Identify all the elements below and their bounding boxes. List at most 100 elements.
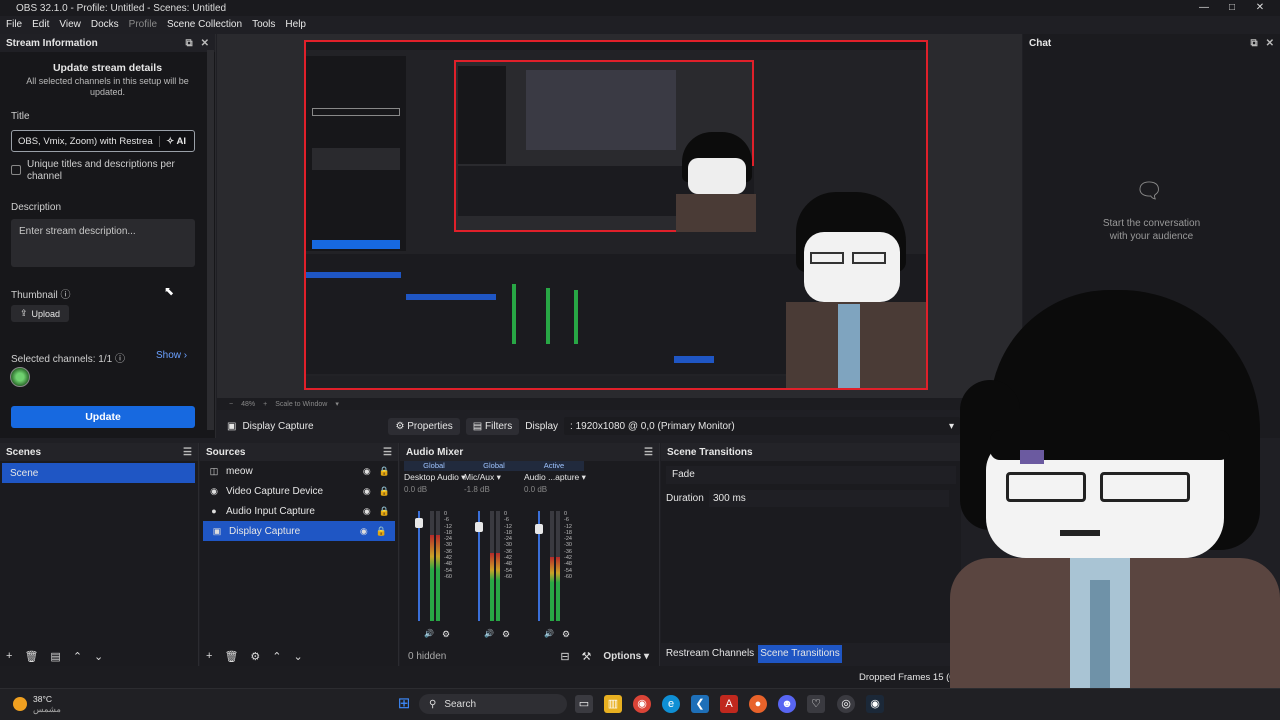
- display-select[interactable]: : 1920x1080 @ 0,0 (Primary Monitor) ▾: [564, 417, 961, 435]
- move-up-icon[interactable]: ⌃: [272, 650, 281, 663]
- menu-tools[interactable]: Tools: [252, 19, 275, 30]
- weather-icon[interactable]: [13, 697, 27, 711]
- stream-panel-scrollbar[interactable]: [207, 50, 214, 430]
- description-input[interactable]: Enter stream description...: [11, 219, 195, 267]
- source-item-selected[interactable]: ▣ Display Capture ◉ 🔒: [203, 521, 395, 541]
- eye-icon[interactable]: ◉: [363, 486, 371, 497]
- source-item[interactable]: ● Audio Input Capture ◉ 🔒: [200, 501, 398, 521]
- channel-name[interactable]: Mic/Aux ▾: [464, 472, 524, 483]
- scale-dropdown-icon[interactable]: ▾: [335, 400, 339, 408]
- hidden-count: 0 hidden: [408, 650, 447, 662]
- task-view-icon[interactable]: ▭: [575, 695, 593, 713]
- search-icon: ⚲: [429, 698, 437, 710]
- volume-slider-knob[interactable]: [475, 522, 483, 532]
- advanced-audio-icon[interactable]: ⚒: [582, 650, 592, 663]
- update-button[interactable]: Update: [11, 406, 195, 428]
- vertical-layout-icon[interactable]: ⊟: [560, 650, 569, 663]
- transition-select[interactable]: Fade: [666, 466, 956, 484]
- zoom-out-icon[interactable]: −: [229, 401, 233, 408]
- duration-input[interactable]: 300 ms: [709, 490, 949, 507]
- tab-scene-transitions[interactable]: Scene Transitions: [758, 645, 842, 663]
- source-item[interactable]: ◉ Video Capture Device ◉ 🔒: [200, 481, 398, 501]
- trash-icon[interactable]: 🗑: [24, 650, 38, 663]
- move-up-icon[interactable]: ⌃: [73, 650, 82, 663]
- windows-start-icon[interactable]: ⊞: [395, 695, 413, 713]
- speaker-icon[interactable]: 🔊: [424, 629, 434, 640]
- menu-view[interactable]: View: [59, 19, 81, 30]
- taskbar-search[interactable]: ⚲ Search: [419, 694, 567, 714]
- gear-icon[interactable]: ⚙: [502, 629, 510, 640]
- ai-label: AI: [176, 135, 187, 147]
- eye-icon[interactable]: ◉: [363, 466, 371, 477]
- lock-icon[interactable]: 🔒: [376, 526, 387, 537]
- trash-icon[interactable]: 🗑: [224, 650, 238, 663]
- search-label: Search: [444, 698, 477, 710]
- volume-slider[interactable]: [535, 511, 543, 621]
- menu-file[interactable]: File: [6, 19, 22, 30]
- undock-icon[interactable]: ⧉: [1250, 38, 1257, 49]
- close-dock-icon[interactable]: ✕: [201, 38, 209, 49]
- display-capture-source[interactable]: [304, 40, 928, 390]
- move-down-icon[interactable]: ⌄: [94, 650, 103, 663]
- speaker-icon[interactable]: 🔊: [544, 629, 554, 640]
- chrome-icon[interactable]: ◉: [633, 695, 651, 713]
- volume-slider-knob[interactable]: [535, 524, 543, 534]
- ai-button[interactable]: ✧ AI: [159, 135, 192, 147]
- show-channels-link[interactable]: Show ›: [156, 350, 187, 361]
- vscode-icon[interactable]: ❮: [691, 695, 709, 713]
- nested-meter-3: [574, 290, 578, 344]
- acrobat-icon[interactable]: A: [720, 695, 738, 713]
- eye-icon[interactable]: ◉: [360, 526, 368, 537]
- menu-edit[interactable]: Edit: [32, 19, 49, 30]
- dock-menu-icon[interactable]: ☰: [183, 447, 192, 458]
- meter-tick-label: -30: [504, 542, 512, 549]
- channel-name[interactable]: Audio ...apture ▾: [524, 472, 586, 483]
- gear-icon[interactable]: ⚙: [250, 650, 260, 663]
- scene-item[interactable]: Scene: [2, 463, 195, 483]
- file-explorer-icon[interactable]: ▥: [604, 695, 622, 713]
- discord-icon[interactable]: ☻: [778, 695, 796, 713]
- scene-filter-icon[interactable]: ▤: [50, 650, 60, 663]
- unique-checkbox[interactable]: [11, 165, 21, 175]
- update-heading: Update stream details: [52, 62, 163, 74]
- add-icon[interactable]: +: [6, 650, 12, 662]
- gear-icon[interactable]: ⚙: [442, 629, 450, 640]
- source-item[interactable]: ◫ meow ◉ 🔒: [200, 461, 398, 481]
- volume-slider[interactable]: [415, 511, 423, 621]
- edge-icon[interactable]: e: [662, 695, 680, 713]
- menu-help[interactable]: Help: [285, 19, 306, 30]
- undock-icon[interactable]: ⧉: [185, 38, 192, 49]
- volume-slider-knob[interactable]: [415, 518, 423, 528]
- channel-name[interactable]: Desktop Audio ▾: [404, 472, 465, 483]
- eye-icon[interactable]: ◉: [363, 506, 371, 517]
- upload-button[interactable]: ⇪ Upload: [11, 305, 69, 322]
- volume-slider[interactable]: [475, 511, 483, 621]
- gear-icon[interactable]: ⚙: [562, 629, 570, 640]
- dock-menu-icon[interactable]: ☰: [383, 447, 392, 458]
- lock-icon[interactable]: 🔒: [379, 506, 390, 517]
- menu-profile[interactable]: Profile: [129, 19, 157, 30]
- firefox-icon[interactable]: ●: [749, 695, 767, 713]
- steam-icon[interactable]: ◉: [866, 695, 884, 713]
- speaker-icon[interactable]: 🔊: [484, 629, 494, 640]
- lock-icon[interactable]: 🔒: [379, 486, 390, 497]
- lock-icon[interactable]: 🔒: [379, 466, 390, 477]
- move-down-icon[interactable]: ⌄: [294, 650, 303, 663]
- mixer-options-button[interactable]: Options ▾: [603, 651, 649, 662]
- add-icon[interactable]: +: [206, 650, 212, 662]
- dock-menu-icon[interactable]: ☰: [644, 447, 653, 458]
- close-window-button[interactable]: ✕: [1244, 0, 1276, 16]
- channel-avatar[interactable]: [10, 367, 30, 387]
- obs-icon[interactable]: ◎: [837, 695, 855, 713]
- filters-button[interactable]: ▤ Filters: [465, 417, 520, 435]
- weather-widget[interactable]: 38°C مشمس: [33, 694, 61, 714]
- scale-mode[interactable]: Scale to Window: [275, 401, 327, 408]
- properties-button[interactable]: ⚙ Properties: [388, 417, 460, 435]
- menu-scene-collection[interactable]: Scene Collection: [167, 19, 242, 30]
- zoom-in-icon[interactable]: +: [263, 401, 267, 408]
- tab-restream-channels[interactable]: Restream Channels: [664, 645, 756, 663]
- close-dock-icon[interactable]: ✕: [1266, 38, 1274, 49]
- title-input[interactable]: OBS, Vmix, Zoom) with Restrea ✧ AI: [11, 130, 195, 152]
- menu-docks[interactable]: Docks: [91, 19, 119, 30]
- app-icon[interactable]: ♡: [807, 695, 825, 713]
